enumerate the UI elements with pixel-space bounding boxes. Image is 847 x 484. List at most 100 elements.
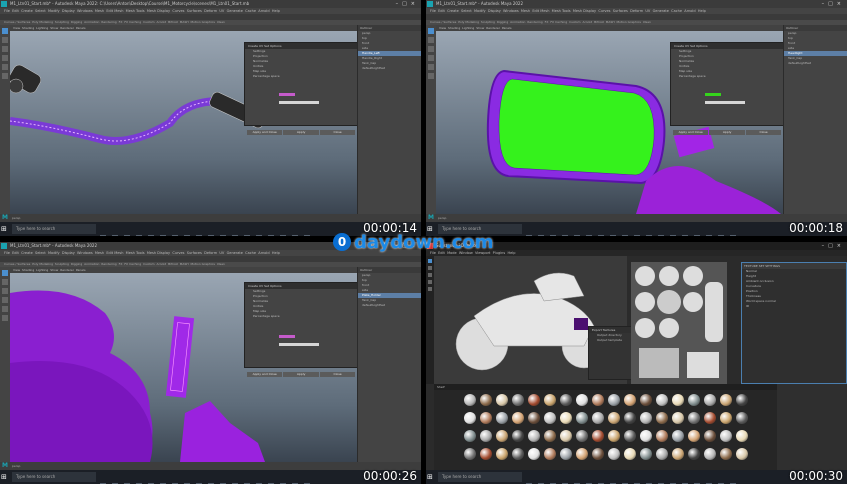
shelf-tab[interactable]: Custom <box>569 20 581 24</box>
shelf-tab[interactable]: Animation <box>84 20 99 24</box>
material-thumbnail[interactable] <box>704 430 716 442</box>
lasso-tool-icon[interactable] <box>2 279 8 285</box>
menu-item-create[interactable]: Create <box>447 9 459 13</box>
menu-item-display[interactable]: Display <box>488 9 501 13</box>
menu-item-uv[interactable]: UV <box>645 9 650 13</box>
window-title-bar[interactable]: M1_Ltn01_Start.mb* - Autodesk Maya 2022:… <box>0 0 421 8</box>
menu-item-modify[interactable]: Modify <box>48 251 60 255</box>
menu-item-file[interactable]: File <box>430 9 436 13</box>
material-thumbnail[interactable] <box>464 448 476 460</box>
material-thumbnail[interactable] <box>592 394 604 406</box>
material-thumbnail[interactable] <box>608 394 620 406</box>
eraser-icon[interactable] <box>428 266 432 270</box>
material-thumbnail[interactable] <box>544 412 556 424</box>
menu-item-mesh[interactable]: Mesh <box>521 9 530 13</box>
menu-item-select[interactable]: Select <box>35 251 46 255</box>
menu-item-uv[interactable]: UV <box>219 9 224 13</box>
menu-item-mesh[interactable]: Mesh <box>95 251 104 255</box>
material-thumbnail[interactable] <box>576 448 588 460</box>
shelf-tab[interactable]: Bifrost <box>168 262 178 266</box>
paint-select-icon[interactable] <box>428 46 434 52</box>
material-thumbnail[interactable] <box>704 412 716 424</box>
menu-item-curves[interactable]: Curves <box>172 251 184 255</box>
shelf-tab[interactable]: Rendering <box>527 20 542 24</box>
material-thumbnail[interactable] <box>592 448 604 460</box>
menu-item-deform[interactable]: Deform <box>630 9 643 13</box>
shelf-tab[interactable]: Rigging <box>497 20 508 24</box>
shelf-tab[interactable]: Curves / Surfaces <box>4 262 30 266</box>
menu-item-modify[interactable]: Modify <box>48 9 60 13</box>
menu-item-edit-mesh[interactable]: Edit Mesh <box>532 9 549 13</box>
material-thumbnail[interactable] <box>608 412 620 424</box>
material-thumbnail[interactable] <box>592 412 604 424</box>
material-thumbnail[interactable] <box>688 394 700 406</box>
viewport-menu-lighting[interactable]: Lighting <box>36 268 48 272</box>
viewport-menu-lighting[interactable]: Lighting <box>36 26 48 30</box>
menu-item-mesh-display[interactable]: Mesh Display <box>147 9 170 13</box>
shelf-tab[interactable]: FX <box>545 20 549 24</box>
shelf-tab[interactable]: FX <box>119 262 123 266</box>
shelf-tab[interactable]: FX Caching <box>550 20 567 24</box>
shelf-tab[interactable]: XGen <box>217 262 225 266</box>
shelf-tab[interactable]: XGen <box>643 20 651 24</box>
window-controls[interactable]: –□× <box>822 242 845 250</box>
move-tool-icon[interactable] <box>2 55 8 61</box>
material-thumbnail[interactable] <box>736 430 748 442</box>
material-thumbnail[interactable] <box>688 448 700 460</box>
paint-brush-icon[interactable] <box>428 259 432 263</box>
apply-button[interactable]: Apply <box>283 372 319 377</box>
apply-and-close-button[interactable]: Apply and Close <box>673 130 709 135</box>
material-thumbnail[interactable] <box>496 430 508 442</box>
menu-item-windows[interactable]: Windows <box>77 251 93 255</box>
material-thumbnail[interactable] <box>528 412 540 424</box>
material-thumbnail[interactable] <box>720 394 732 406</box>
material-thumbnail[interactable] <box>496 448 508 460</box>
select-tool-icon[interactable] <box>2 270 8 276</box>
material-thumbnail[interactable] <box>624 394 636 406</box>
taskbar-search-input[interactable]: Type here to search <box>438 472 522 482</box>
shelf-tab[interactable]: Bifrost <box>168 20 178 24</box>
material-thumbnail[interactable] <box>656 430 668 442</box>
menu-item-help[interactable]: Help <box>272 251 280 255</box>
scale-tool-icon[interactable] <box>2 73 8 79</box>
viewport-menu-show[interactable]: Show <box>50 268 58 272</box>
shelf-tab[interactable]: Arnold <box>157 20 167 24</box>
menu-item-file[interactable]: File <box>4 9 10 13</box>
menu-item-generate[interactable]: Generate <box>653 9 669 13</box>
material-thumbnail[interactable] <box>608 448 620 460</box>
menu-item-generate[interactable]: Generate <box>227 9 243 13</box>
material-thumbnail[interactable] <box>656 448 668 460</box>
panel-row[interactable]: Percentage space <box>245 74 363 79</box>
material-thumbnail[interactable] <box>528 448 540 460</box>
shelf-tab[interactable]: XGen <box>217 20 225 24</box>
apply-button[interactable]: Apply <box>283 130 319 135</box>
shelf-tab[interactable]: Motion Graphics <box>617 20 641 24</box>
material-thumbnail[interactable] <box>512 394 524 406</box>
material-thumbnail[interactable] <box>512 412 524 424</box>
menu-item-windows[interactable]: Windows <box>77 9 93 13</box>
menu-item-mesh[interactable]: Mesh <box>95 9 104 13</box>
toolbox[interactable] <box>426 25 436 214</box>
toolbox[interactable] <box>0 267 10 462</box>
material-thumbnail[interactable] <box>640 430 652 442</box>
slider-bar[interactable] <box>279 101 319 104</box>
slider-bar[interactable] <box>279 335 295 338</box>
close-button[interactable]: Close <box>319 130 356 135</box>
viewport-menu-show[interactable]: Show <box>476 26 484 30</box>
material-thumbnail[interactable] <box>640 448 652 460</box>
viewport-menu-panels[interactable]: Panels <box>502 26 512 30</box>
material-thumbnail[interactable] <box>512 430 524 442</box>
menu-item-surfaces[interactable]: Surfaces <box>187 251 202 255</box>
viewport-menu-shading[interactable]: Shading <box>448 26 460 30</box>
material-thumbnail[interactable] <box>640 394 652 406</box>
shelf-tab[interactable]: Motion Graphics <box>191 20 215 24</box>
material-thumbnail[interactable] <box>736 394 748 406</box>
scale-tool-icon[interactable] <box>2 315 8 321</box>
menu-item-display[interactable]: Display <box>62 9 75 13</box>
material-thumbnail[interactable] <box>576 412 588 424</box>
menu-item-curves[interactable]: Curves <box>172 9 184 13</box>
move-tool-icon[interactable] <box>2 297 8 303</box>
menu-item-windows[interactable]: Windows <box>503 9 519 13</box>
shelf-tab[interactable]: Sculpting <box>55 262 69 266</box>
window-controls[interactable]: –□× <box>396 0 419 8</box>
